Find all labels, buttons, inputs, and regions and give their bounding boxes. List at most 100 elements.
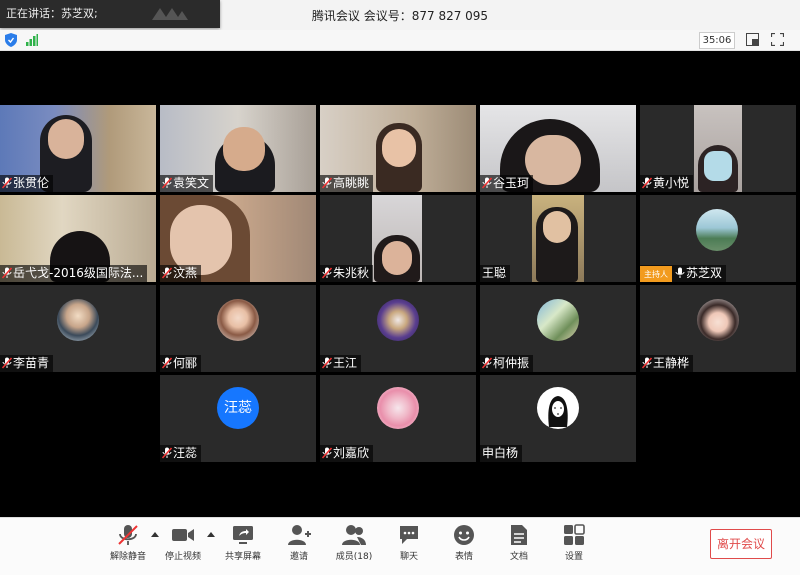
video-options-chevron-icon[interactable] bbox=[207, 532, 215, 537]
participant-name-tag: 高眺眺 bbox=[320, 175, 374, 192]
participant-name-tag: 王聪 bbox=[480, 265, 511, 282]
mic-muted-icon bbox=[2, 357, 12, 369]
participant-name-tag: 申白杨 bbox=[480, 445, 523, 462]
participant-avatar bbox=[537, 387, 579, 429]
invite-button[interactable]: 邀请 bbox=[271, 524, 327, 562]
share-screen-button[interactable]: 共享屏幕 bbox=[215, 524, 271, 562]
participant-name: 何郦 bbox=[173, 356, 198, 370]
mic-muted-icon bbox=[322, 267, 332, 279]
participant-name: 高眺眺 bbox=[333, 176, 370, 190]
members-button[interactable]: 成员(18) bbox=[326, 524, 382, 562]
grid-settings-icon bbox=[564, 524, 585, 545]
chat-button[interactable]: 聊天 bbox=[381, 524, 437, 562]
mic-muted-icon bbox=[322, 177, 332, 189]
participant-name: 朱兆秋 bbox=[333, 266, 370, 280]
video-grid: 张贯伦 袁笑文 高眺眺 谷玉珂 黄小悦 岳弋戈-2016级国际法... 汶燕 朱… bbox=[0, 105, 800, 465]
members-icon bbox=[342, 525, 366, 545]
mic-muted-icon bbox=[642, 177, 652, 189]
mic-muted-icon bbox=[162, 447, 172, 459]
fullscreen-icon[interactable] bbox=[771, 33, 784, 46]
participant-avatar bbox=[217, 299, 259, 341]
participant-name-tag: 汶燕 bbox=[160, 265, 202, 282]
speaking-label: 正在讲话：苏芝双; bbox=[6, 7, 98, 20]
participant-avatar bbox=[377, 387, 419, 429]
chat-label: 聊天 bbox=[399, 552, 418, 562]
participant-name-tag: 李苗青 bbox=[0, 355, 54, 372]
chat-icon bbox=[400, 526, 418, 544]
video-tile[interactable]: 汶燕 bbox=[160, 195, 316, 282]
participant-name-tag: 汪蕊 bbox=[160, 445, 202, 462]
participant-name-tag: 张贯伦 bbox=[0, 175, 54, 192]
participant-name-tag: 刘嘉欣 bbox=[320, 445, 374, 462]
document-icon bbox=[511, 525, 527, 545]
settings-button[interactable]: 设置 bbox=[546, 524, 602, 562]
layout-icon[interactable] bbox=[746, 33, 759, 46]
participant-name: 刘嘉欣 bbox=[333, 446, 370, 460]
docs-button[interactable]: 文档 bbox=[491, 524, 547, 562]
mic-muted-icon bbox=[2, 177, 12, 189]
video-tile[interactable]: 何郦 bbox=[160, 285, 316, 372]
participant-name-tag: 谷玉珂 bbox=[480, 175, 534, 192]
participant-name-tag: 黄小悦 bbox=[640, 175, 694, 192]
participant-name: 黄小悦 bbox=[653, 176, 690, 190]
participant-name-tag: 岳弋戈-2016级国际法... bbox=[0, 265, 148, 282]
add-user-icon bbox=[288, 525, 311, 545]
participant-name: 汶燕 bbox=[173, 266, 198, 280]
shield-icon[interactable] bbox=[5, 33, 17, 47]
stop-video-button[interactable]: 停止视频 bbox=[155, 524, 211, 562]
docs-label: 文档 bbox=[509, 552, 528, 562]
participant-name-tag: 何郦 bbox=[160, 355, 202, 372]
video-tile[interactable]: 主持人 苏芝双 bbox=[640, 195, 796, 282]
stop-video-label: 停止视频 bbox=[164, 552, 201, 562]
video-tile[interactable]: 高眺眺 bbox=[320, 105, 476, 192]
video-tile[interactable]: 王静桦 bbox=[640, 285, 796, 372]
unmute-button[interactable]: 解除静音 bbox=[100, 524, 156, 562]
settings-label: 设置 bbox=[564, 552, 583, 562]
video-tile[interactable]: 申白杨 bbox=[480, 375, 636, 462]
invite-label: 邀请 bbox=[289, 552, 308, 562]
line-drawing-portrait-icon bbox=[548, 396, 568, 427]
participant-name-tag: 朱兆秋 bbox=[320, 265, 374, 282]
host-badge: 主持人 bbox=[640, 266, 672, 282]
status-bar: 35:06 bbox=[0, 30, 800, 51]
share-screen-label: 共享屏幕 bbox=[224, 552, 261, 562]
video-tile[interactable]: 黄小悦 bbox=[640, 105, 796, 192]
video-tile[interactable]: 刘嘉欣 bbox=[320, 375, 476, 462]
mic-muted-icon bbox=[2, 267, 12, 279]
video-tile[interactable]: 汪蕊 汪蕊 bbox=[160, 375, 316, 462]
signal-icon[interactable] bbox=[26, 34, 38, 46]
participant-name: 苏芝双 bbox=[686, 266, 723, 280]
video-tile[interactable]: 王聪 bbox=[480, 195, 636, 282]
smiley-icon bbox=[454, 525, 474, 545]
emoji-button[interactable]: 表情 bbox=[436, 524, 492, 562]
mic-muted-icon bbox=[162, 357, 172, 369]
video-tile[interactable]: 王江 bbox=[320, 285, 476, 372]
participant-avatar bbox=[537, 299, 579, 341]
video-tile[interactable]: 张贯伦 bbox=[0, 105, 156, 192]
video-tile[interactable]: 岳弋戈-2016级国际法... bbox=[0, 195, 156, 282]
participant-name-tag: 王江 bbox=[320, 355, 362, 372]
video-tile[interactable]: 朱兆秋 bbox=[320, 195, 476, 282]
share-screen-icon bbox=[233, 526, 253, 544]
speaking-indicator: 正在讲话：苏芝双; bbox=[0, 0, 220, 28]
video-tile[interactable]: 谷玉珂 bbox=[480, 105, 636, 192]
unmute-label: 解除静音 bbox=[109, 552, 146, 562]
participant-name: 张贯伦 bbox=[13, 176, 50, 190]
video-tile[interactable]: 袁笑文 bbox=[160, 105, 316, 192]
participant-name: 岳弋戈-2016级国际法... bbox=[13, 266, 144, 280]
participant-avatar bbox=[696, 209, 738, 251]
video-tile[interactable]: 柯仲振 bbox=[480, 285, 636, 372]
emoji-label: 表情 bbox=[454, 552, 473, 562]
mic-on-icon bbox=[675, 267, 685, 278]
video-camera-icon bbox=[172, 529, 194, 541]
meeting-toolbar: 解除静音 停止视频 共享屏幕 邀请 成员(18) 聊天 表情 文档 设置 离开会… bbox=[0, 517, 800, 575]
leave-meeting-button[interactable]: 离开会议 bbox=[710, 529, 772, 559]
video-tile[interactable]: 李苗青 bbox=[0, 285, 156, 372]
participant-avatar: 汪蕊 bbox=[217, 387, 259, 429]
mic-muted-icon bbox=[482, 177, 492, 189]
participant-name: 王江 bbox=[333, 356, 358, 370]
participant-name-tag: 王静桦 bbox=[640, 355, 694, 372]
members-label: 成员(18) bbox=[335, 552, 373, 562]
participant-avatar bbox=[57, 299, 99, 341]
participant-avatar bbox=[697, 299, 739, 341]
